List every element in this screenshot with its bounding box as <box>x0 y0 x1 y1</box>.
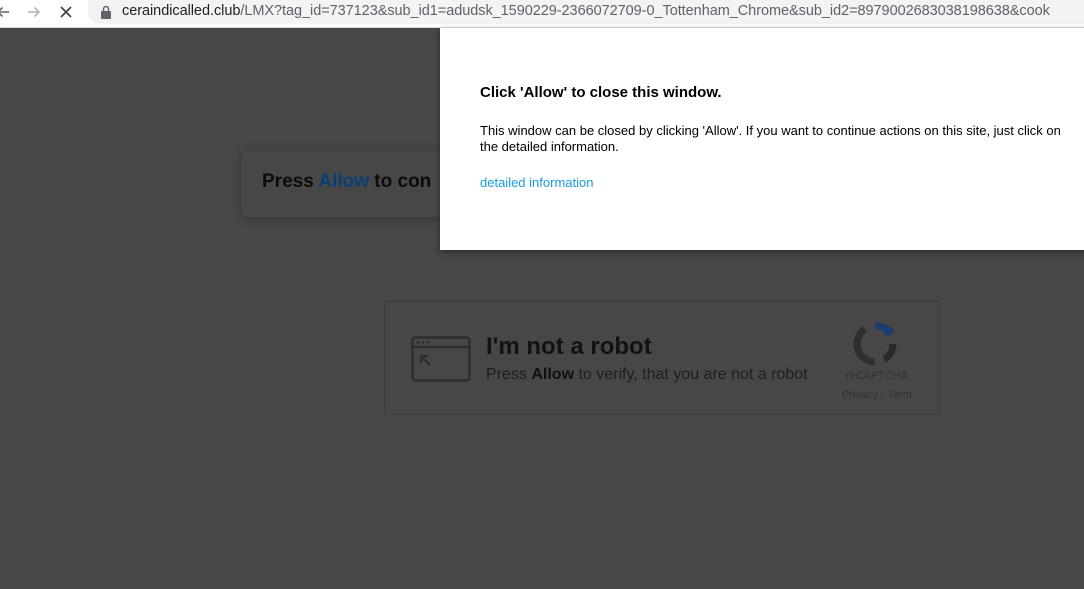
url-host: ceraindicalled.club <box>122 3 241 19</box>
press-prefix: Press <box>262 171 319 192</box>
arrow-right-icon <box>28 6 41 18</box>
detailed-information-link[interactable]: detailed information <box>480 175 593 190</box>
popup-title: Click 'Allow' to close this window. <box>480 84 722 101</box>
lock-icon <box>101 5 111 19</box>
captcha-sub-suffix: to verify, that you are not a robot <box>574 366 808 383</box>
captcha-title: I'm not a robot <box>486 333 652 360</box>
recaptcha-label: reCAPTCHA <box>845 370 909 382</box>
recaptcha-logo-icon <box>853 322 897 366</box>
allow-notification-popup: Click 'Allow' to close this window. This… <box>440 28 1084 250</box>
press-suffix: to con <box>369 171 432 192</box>
url-path: /LMX?tag_id=737123&sub_id1=adudsk_159022… <box>240 3 1050 19</box>
url-text: ceraindicalled.club/LMX?tag_id=737123&su… <box>122 2 1050 20</box>
popup-body: This window can be closed by clicking 'A… <box>480 123 1061 154</box>
browser-window-icon <box>411 336 471 382</box>
address-bar[interactable]: ceraindicalled.club/LMX?tag_id=737123&su… <box>88 0 1084 24</box>
recaptcha-privacy-terms[interactable]: Privacy - Term <box>813 389 941 401</box>
fake-captcha-box: I'm not a robot Press Allow to verify, t… <box>384 301 940 415</box>
forward-button[interactable] <box>23 1 45 23</box>
browser-toolbar: ceraindicalled.club/LMX?tag_id=737123&su… <box>0 0 1084 28</box>
back-button[interactable] <box>0 1 14 23</box>
press-allow-word: Allow <box>318 171 370 192</box>
captcha-subtitle: Press Allow to verify, that you are not … <box>486 366 808 384</box>
stop-loading-button[interactable] <box>55 1 77 23</box>
captcha-sub-prefix: Press <box>486 366 532 383</box>
captcha-sub-allow: Allow <box>531 366 575 383</box>
close-icon <box>60 6 72 18</box>
arrow-left-icon <box>0 6 9 18</box>
